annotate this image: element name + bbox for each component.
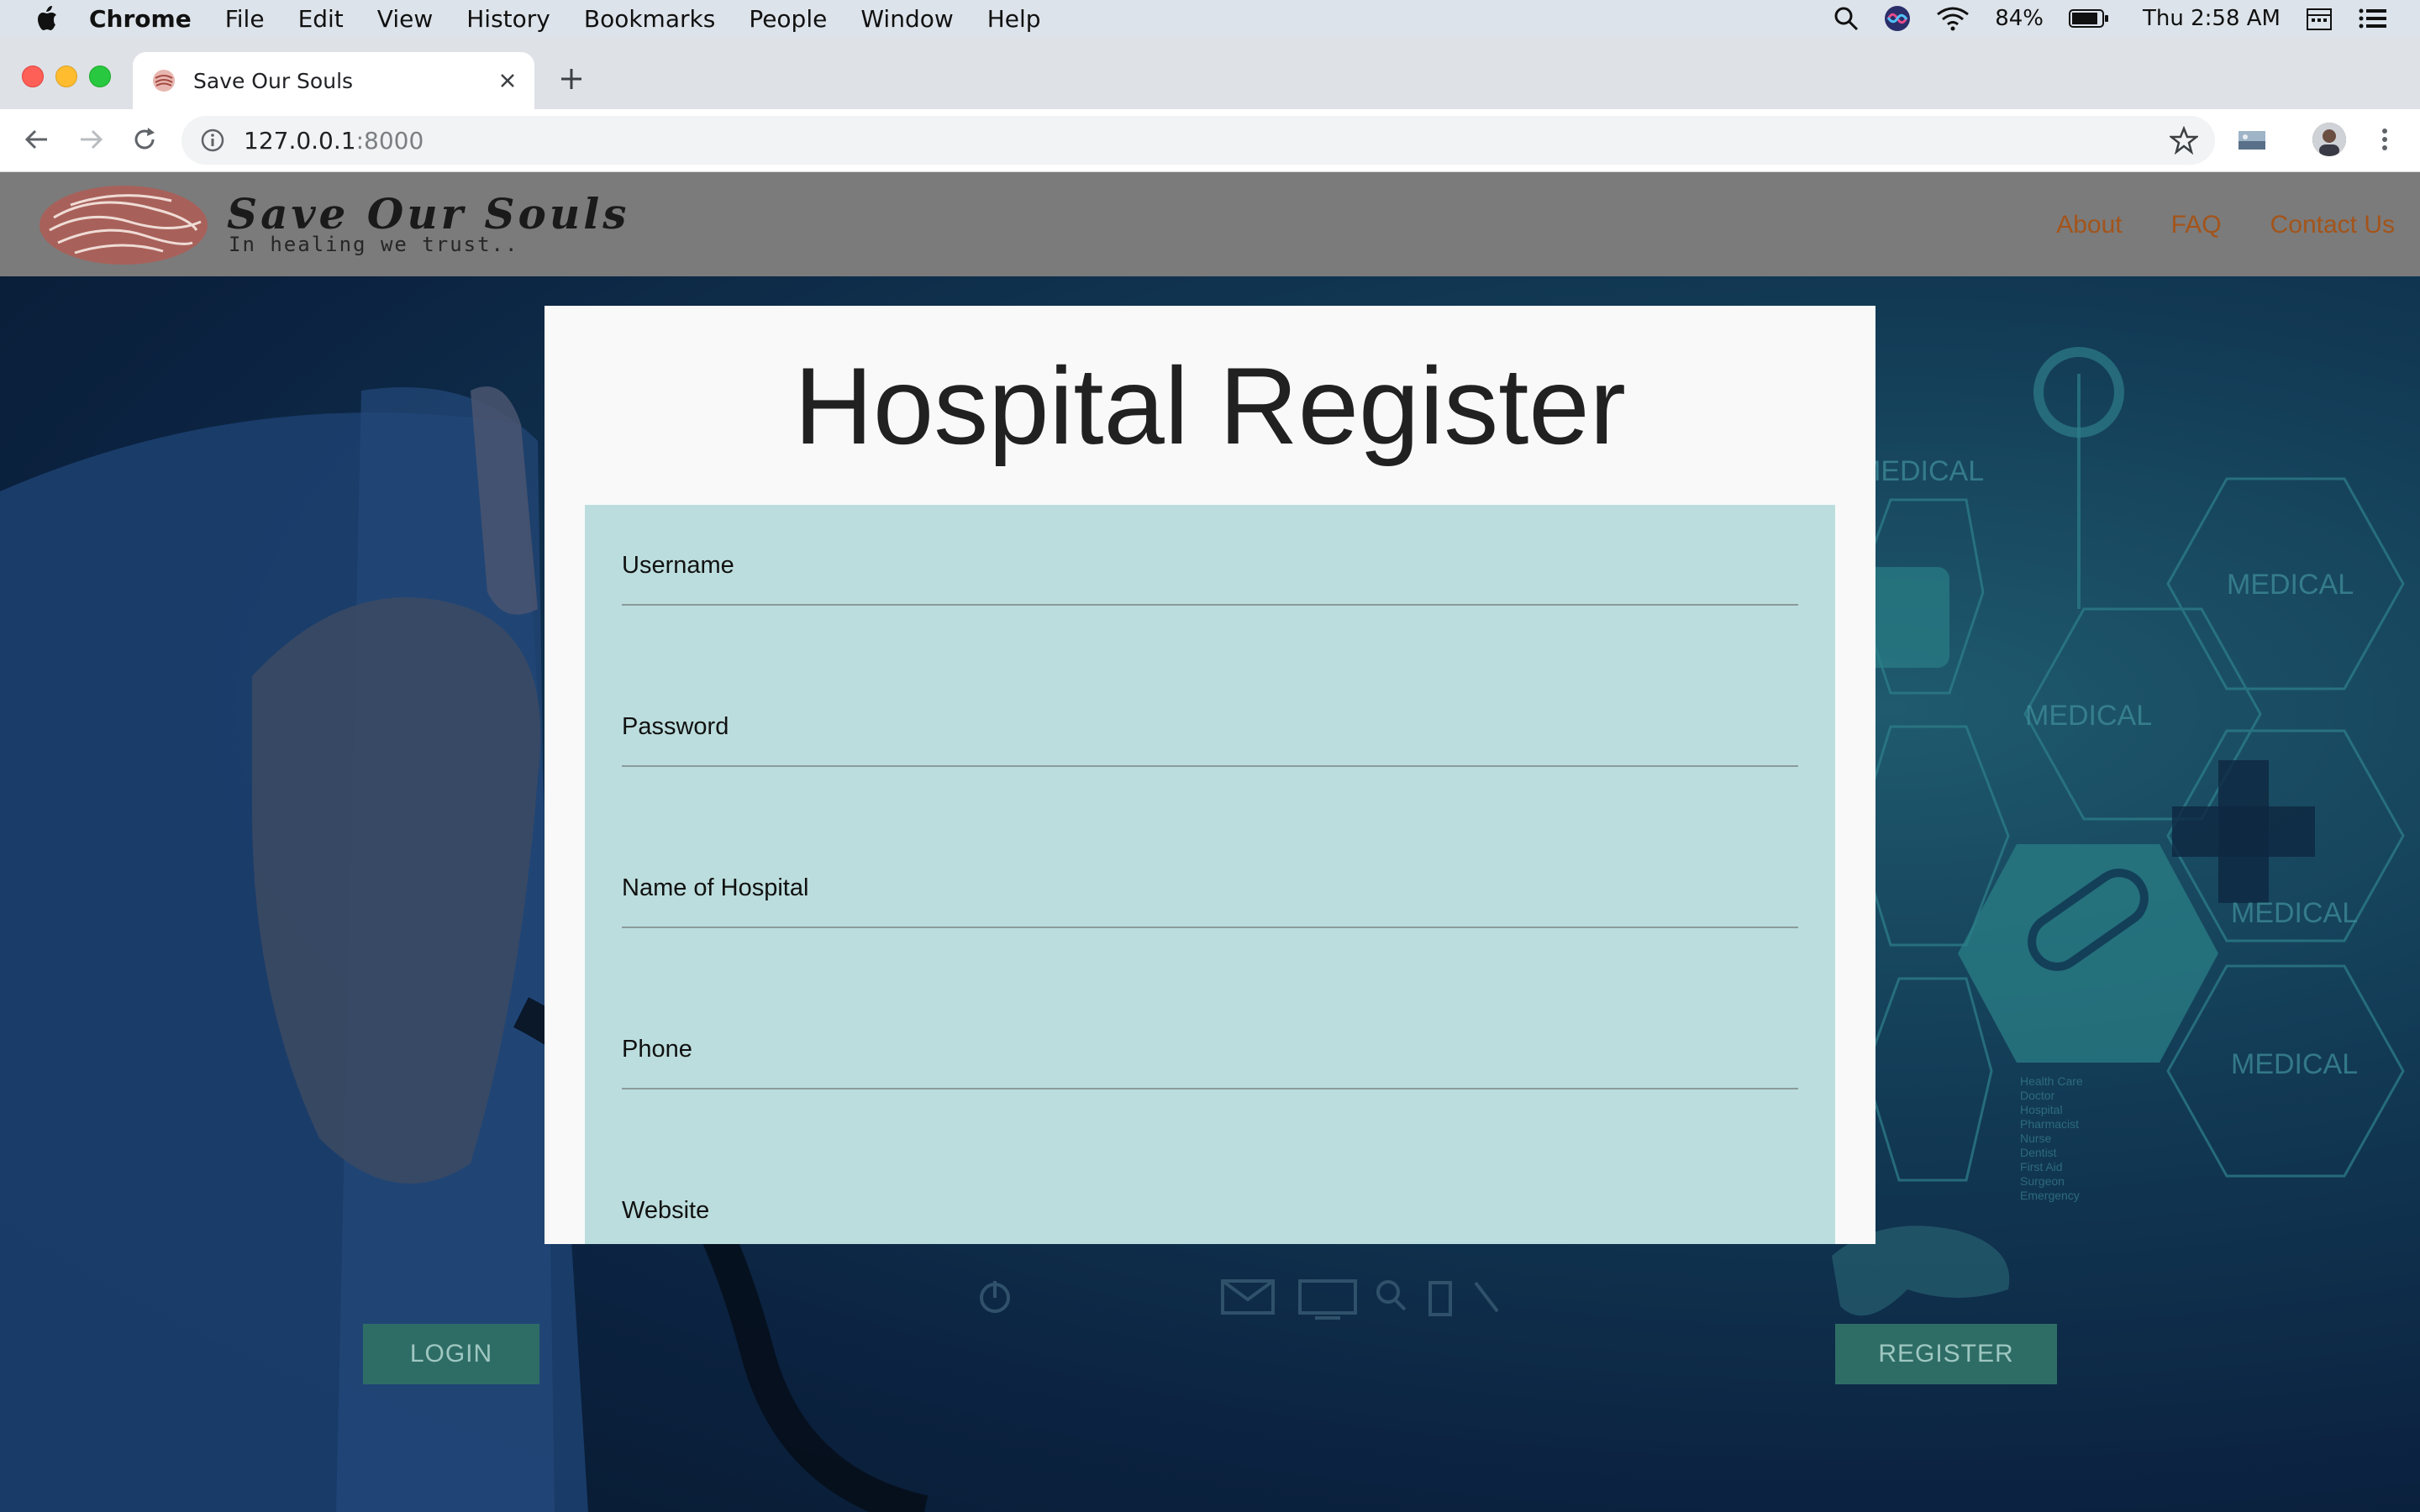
profile-avatar-icon bbox=[2312, 123, 2346, 156]
password-input[interactable] bbox=[622, 710, 1802, 767]
logo-tagline: In healing we trust.. bbox=[229, 233, 519, 256]
site-header: Save Our Souls In healing we trust.. Abo… bbox=[0, 172, 2420, 276]
menu-help[interactable]: Help bbox=[987, 5, 1041, 33]
notification-center-icon[interactable] bbox=[2358, 7, 2386, 30]
tab-title: Save Our Souls bbox=[193, 68, 354, 93]
site-info-icon[interactable] bbox=[200, 128, 225, 153]
side-list-item: Nurse bbox=[2020, 1131, 2052, 1145]
field-underline bbox=[622, 927, 1798, 928]
menu-edit[interactable]: Edit bbox=[298, 5, 344, 33]
nav-link-contact-us[interactable]: Contact Us bbox=[2270, 211, 2395, 239]
website-field[interactable]: Website bbox=[622, 1150, 1802, 1244]
username-field[interactable]: Username bbox=[622, 505, 1802, 609]
hex-label-1: MEDICAL bbox=[2227, 569, 2354, 601]
hex-label-4: MEDICAL bbox=[2231, 1048, 2358, 1080]
side-list-item: Hospital bbox=[2020, 1103, 2063, 1116]
modal-title: Hospital Register bbox=[794, 344, 1626, 467]
side-list-item: First Aid bbox=[2020, 1160, 2063, 1173]
window-minimize-button[interactable] bbox=[55, 66, 77, 87]
page-viewport: MEDICAL MEDICAL MEDICAL MEDICAL MEDICAL … bbox=[0, 172, 2420, 1512]
register-button[interactable]: REGISTER bbox=[1835, 1324, 2057, 1384]
extension-image-icon[interactable] bbox=[2237, 126, 2267, 155]
menu-history[interactable]: History bbox=[466, 5, 550, 33]
menu-window[interactable]: Window bbox=[860, 5, 953, 33]
reload-icon[interactable] bbox=[129, 124, 160, 155]
side-list-item: Emergency bbox=[2020, 1189, 2080, 1202]
menu-app-name[interactable]: Chrome bbox=[89, 5, 192, 33]
menu-bookmarks[interactable]: Bookmarks bbox=[584, 5, 715, 33]
phone-field[interactable]: Phone bbox=[622, 989, 1802, 1093]
window-zoom-button[interactable] bbox=[89, 66, 111, 87]
browser-tab-strip: Save Our Souls bbox=[0, 37, 2420, 109]
window-close-button[interactable] bbox=[22, 66, 44, 87]
browser-tab-active[interactable]: Save Our Souls bbox=[133, 52, 534, 109]
website-input[interactable] bbox=[622, 1194, 1802, 1244]
address-bar[interactable]: 127.0.0.1:8000 bbox=[182, 116, 2215, 165]
side-list-item: Dentist bbox=[2020, 1146, 2057, 1159]
hex-label-3: MEDICAL bbox=[2231, 897, 2358, 929]
logo-title[interactable]: Save Our Souls bbox=[227, 189, 629, 239]
field-underline bbox=[622, 765, 1798, 767]
nav-link-faq[interactable]: FAQ bbox=[2171, 211, 2222, 239]
menu-people[interactable]: People bbox=[749, 5, 827, 33]
register-modal: Hospital Register Username Password Name… bbox=[544, 306, 1876, 1244]
tab-close-icon[interactable] bbox=[496, 69, 519, 92]
field-underline bbox=[622, 1088, 1798, 1089]
siri-icon[interactable] bbox=[1884, 5, 1911, 32]
logo-fingerprint-icon[interactable] bbox=[37, 184, 210, 266]
macos-menu-bar: Chrome File Edit View History Bookmarks … bbox=[0, 0, 2420, 37]
profile-avatar[interactable] bbox=[2312, 123, 2346, 156]
login-button[interactable]: LOGIN bbox=[363, 1324, 539, 1384]
url-host: 127.0.0.1 bbox=[244, 126, 356, 155]
site-nav: About FAQ Contact Us bbox=[2056, 211, 2395, 239]
register-form: Username Password Name of Hospital Phone bbox=[585, 505, 1835, 1244]
site-favicon-icon bbox=[153, 70, 175, 92]
battery-percentage: 84% bbox=[1995, 6, 2044, 31]
apple-logo-icon[interactable] bbox=[34, 4, 59, 33]
nav-link-about[interactable]: About bbox=[2056, 211, 2122, 239]
phone-input[interactable] bbox=[622, 1032, 1802, 1089]
side-list-item: Doctor bbox=[2020, 1089, 2055, 1102]
hex-label-2: MEDICAL bbox=[2025, 700, 2152, 732]
menu-file[interactable]: File bbox=[225, 5, 265, 33]
browser-toolbar: 127.0.0.1:8000 bbox=[0, 109, 2420, 172]
field-underline bbox=[622, 604, 1798, 606]
username-input[interactable] bbox=[622, 549, 1802, 606]
side-list-item: Surgeon bbox=[2020, 1174, 2065, 1188]
battery-icon[interactable] bbox=[2069, 8, 2109, 29]
side-list-item: Pharmacist bbox=[2020, 1117, 2079, 1131]
calendar-icon[interactable] bbox=[2306, 6, 2333, 31]
menu-view[interactable]: View bbox=[377, 5, 433, 33]
back-arrow-icon[interactable] bbox=[22, 124, 52, 155]
password-field[interactable]: Password bbox=[622, 666, 1802, 770]
forward-arrow-icon[interactable] bbox=[76, 124, 106, 155]
side-list-item: Health Care bbox=[2020, 1074, 2083, 1088]
menu-clock[interactable]: Thu 2:58 AM bbox=[2143, 6, 2281, 31]
spotlight-search-icon[interactable] bbox=[1833, 6, 1859, 31]
hospital-name-field[interactable]: Name of Hospital bbox=[622, 827, 1802, 932]
hospital-name-input[interactable] bbox=[622, 871, 1802, 928]
url-port: :8000 bbox=[355, 126, 424, 155]
bookmark-star-icon[interactable] bbox=[2170, 126, 2198, 155]
new-tab-plus-icon[interactable] bbox=[558, 66, 585, 92]
wifi-icon[interactable] bbox=[1936, 6, 1970, 31]
hex-label-5: MEDICAL bbox=[1857, 455, 1984, 487]
url-text[interactable]: 127.0.0.1:8000 bbox=[244, 127, 424, 155]
chrome-menu-icon[interactable] bbox=[2370, 124, 2400, 155]
